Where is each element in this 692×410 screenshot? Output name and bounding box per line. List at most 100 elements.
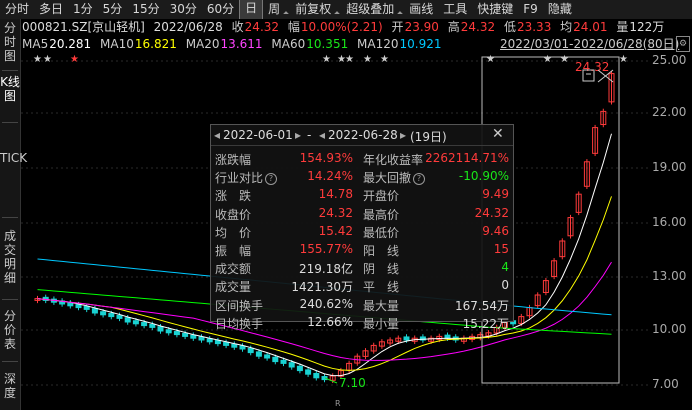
stat-label: 日均换手 <box>215 315 263 332</box>
prev-end-icon[interactable]: ◂ <box>319 128 325 142</box>
event-star-icon[interactable]: ★ <box>345 54 354 65</box>
help-icon[interactable]: ? <box>265 173 278 186</box>
event-star-icon[interactable]: ★ <box>363 54 372 65</box>
candle-body <box>108 313 115 318</box>
high-value: 24.32 <box>460 20 496 34</box>
candle-body <box>403 336 410 341</box>
toolbar-item-12[interactable]: 工具 <box>438 0 472 19</box>
toolbar-item-3[interactable]: 5分 <box>98 0 128 19</box>
toolbar-item-6[interactable]: 60分 <box>202 0 239 19</box>
side-divider <box>2 299 18 300</box>
close-icon[interactable]: ✕ <box>492 126 504 142</box>
candle-body <box>132 320 139 325</box>
side-tab-trade-detail[interactable]: 成交明细 <box>0 229 20 285</box>
candle-body <box>247 347 254 354</box>
next-start-icon[interactable]: ▸ <box>295 128 301 142</box>
start-date[interactable]: 2022-06-01 <box>223 128 293 142</box>
stat-value-text: 9.46 <box>482 223 509 238</box>
open-label: 开 <box>391 20 404 34</box>
stat-label-text: 成交额 <box>215 262 252 277</box>
event-star-icon[interactable]: ★ <box>619 54 628 65</box>
stat-label-text: 日均换手 <box>215 316 264 331</box>
next-end-icon[interactable]: ▸ <box>400 128 406 142</box>
candle-body <box>223 341 230 346</box>
stat-value: 14.78 <box>283 187 353 201</box>
side-tab-kline[interactable]: K线图 <box>0 75 20 103</box>
candle-body <box>124 317 131 323</box>
ma120-label: MA120 <box>357 37 399 51</box>
candle-body <box>141 322 148 327</box>
stat-label-text: 行业对比 <box>215 171 264 186</box>
stat-value-text: 24.32 <box>474 205 509 220</box>
price-axis: 25.00 22.00 19.00 16.00 13.00 10.00 7.00 <box>648 52 692 410</box>
event-star-icon[interactable]: ★ <box>43 54 52 65</box>
event-star-icon[interactable]: ★ <box>543 54 552 65</box>
y-tick-label: 13.00 <box>652 269 687 283</box>
toolbar-item-5[interactable]: 30分 <box>165 0 202 19</box>
candle-body <box>272 356 279 363</box>
ma120-value: 10.921 <box>399 37 442 51</box>
toolbar-item-13[interactable]: 快捷键 <box>472 0 518 19</box>
side-divider <box>2 361 18 362</box>
close-value: 24.32 <box>244 20 280 34</box>
toolbar-item-0[interactable]: 分时 <box>0 0 34 19</box>
stat-value-text: -10.90% <box>458 169 509 184</box>
event-star-icon[interactable]: ★ <box>380 54 389 65</box>
candle-body <box>75 304 82 309</box>
candle-body <box>231 343 238 348</box>
side-tab-price-table[interactable]: 分价表 <box>0 309 20 351</box>
candle-body <box>173 331 180 336</box>
toolbar-item-15[interactable]: 隐藏 <box>543 0 577 19</box>
toolbar-item-9[interactable]: 前复权 <box>290 0 341 19</box>
event-star-icon[interactable]: ★ <box>33 54 42 65</box>
event-star-icon[interactable]: ★ <box>560 54 569 65</box>
stat-value-text: 154.93% <box>299 151 353 165</box>
stat-label: 阳 线 <box>363 242 399 259</box>
stat-label-text: 最大量 <box>363 298 400 313</box>
stat-value: 219.18亿 <box>283 260 353 277</box>
stat-value: 12.66% <box>283 315 353 329</box>
toolbar-item-1[interactable]: 多日 <box>34 0 68 19</box>
stat-value-text: 12.66% <box>307 314 353 329</box>
toolbar-item-2[interactable]: 1分 <box>68 0 98 19</box>
y-tick-label: 10.00 <box>652 322 687 336</box>
stat-value: 0 <box>423 278 509 292</box>
candle-body <box>91 308 98 314</box>
prev-start-icon[interactable]: ◂ <box>214 128 220 142</box>
event-star-icon[interactable]: ★ <box>322 54 331 65</box>
side-divider <box>2 70 18 71</box>
stat-label-text: 振 幅 <box>215 244 252 258</box>
side-tab-depth[interactable]: 深度 <box>0 372 20 400</box>
toolbar-item-14[interactable]: F9 <box>518 0 543 19</box>
stock-code-name[interactable]: 000821.SZ[京山轻机] <box>22 20 145 34</box>
toolbar-item-11[interactable]: 画线 <box>404 0 438 19</box>
ma10-label: MA10 <box>100 37 134 51</box>
high-label: 高 <box>447 20 460 34</box>
volume-label: 量 <box>616 20 629 34</box>
stat-value: 1421.30万 <box>283 278 353 295</box>
side-tab-fenshi[interactable]: 分时图 <box>0 21 20 63</box>
settings-icon[interactable]: ⚙ <box>676 36 690 52</box>
stat-value: 15 <box>423 242 509 256</box>
end-date[interactable]: 2022-06-28 <box>328 128 398 142</box>
stat-label: 均 价 <box>215 224 251 241</box>
toolbar-item-4[interactable]: 15分 <box>127 0 164 19</box>
side-tab-tick[interactable]: TICK <box>0 151 27 165</box>
toolbar-item-8[interactable]: 周 <box>263 0 290 19</box>
stat-label: 年化收益率 <box>363 151 423 168</box>
date-range-label[interactable]: 2022/03/01-2022/06/28(80日) <box>500 37 679 52</box>
ma5-label: MA5 <box>22 37 49 51</box>
low-label: 低 <box>503 20 516 34</box>
stat-label-text: 均 价 <box>215 225 252 240</box>
event-star-icon[interactable]: ★ <box>70 54 79 65</box>
toolbar-item-7[interactable]: 日 <box>239 0 264 19</box>
candle-body <box>149 323 156 328</box>
stat-label: 最大回撤? <box>363 169 426 186</box>
stat-value: -10.90% <box>423 169 509 183</box>
toolbar-item-10[interactable]: 超级叠加 <box>341 0 404 19</box>
ma60-label: MA60 <box>271 37 306 51</box>
quote-date: 2022/06/28 <box>153 20 223 34</box>
stat-value-text: 2262114.71% <box>425 151 509 165</box>
stat-label-text: 最低价 <box>363 225 400 240</box>
event-star-icon[interactable]: ★ <box>486 54 495 65</box>
